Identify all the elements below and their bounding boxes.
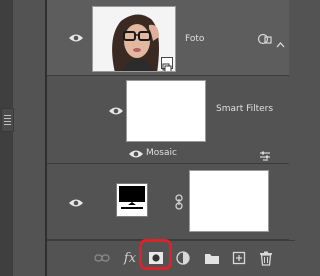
add-mask-highlight-ring [139,239,172,270]
chevron-up-icon[interactable] [276,33,285,52]
left-dock [0,0,44,276]
layer-name-foto[interactable]: Foto [185,34,204,44]
layer-mask-thumbnail[interactable] [189,170,269,232]
eye-icon[interactable] [128,149,144,159]
delete-layer-button[interactable] [257,249,275,267]
link-layers-button[interactable] [93,249,111,267]
smart-filters-label: Smart Filters [216,104,274,114]
chain-link-icon[interactable] [175,194,183,214]
adjustment-layer-thumbnail[interactable] [116,183,148,217]
new-group-button[interactable] [203,249,221,267]
smart-filter-mask-thumbnail[interactable] [126,80,206,142]
eye-icon[interactable] [68,198,84,208]
filter-name-mosaic[interactable]: Mosaic [146,148,177,158]
eye-icon[interactable] [68,33,84,43]
layers-panel: Foto Smart Filters Mosaic [47,0,295,276]
smart-object-icon [161,57,173,71]
layer-row-smart-filters[interactable]: Smart Filters Mosaic [47,76,295,164]
panel-grip-icon[interactable] [1,108,14,132]
layer-row-foto[interactable]: Foto [47,0,295,76]
eye-icon[interactable] [108,106,124,116]
smart-filter-indicator-icon [257,31,273,50]
fx-button[interactable]: fx [121,249,139,267]
adjustment-layer-button[interactable] [174,249,192,267]
layer-thumbnail-photo[interactable] [92,6,176,72]
collapsed-panel-strip[interactable] [0,0,14,276]
new-layer-button[interactable] [230,249,248,267]
scrollbar[interactable] [289,0,295,276]
layer-row-adjustment[interactable] [47,164,295,240]
